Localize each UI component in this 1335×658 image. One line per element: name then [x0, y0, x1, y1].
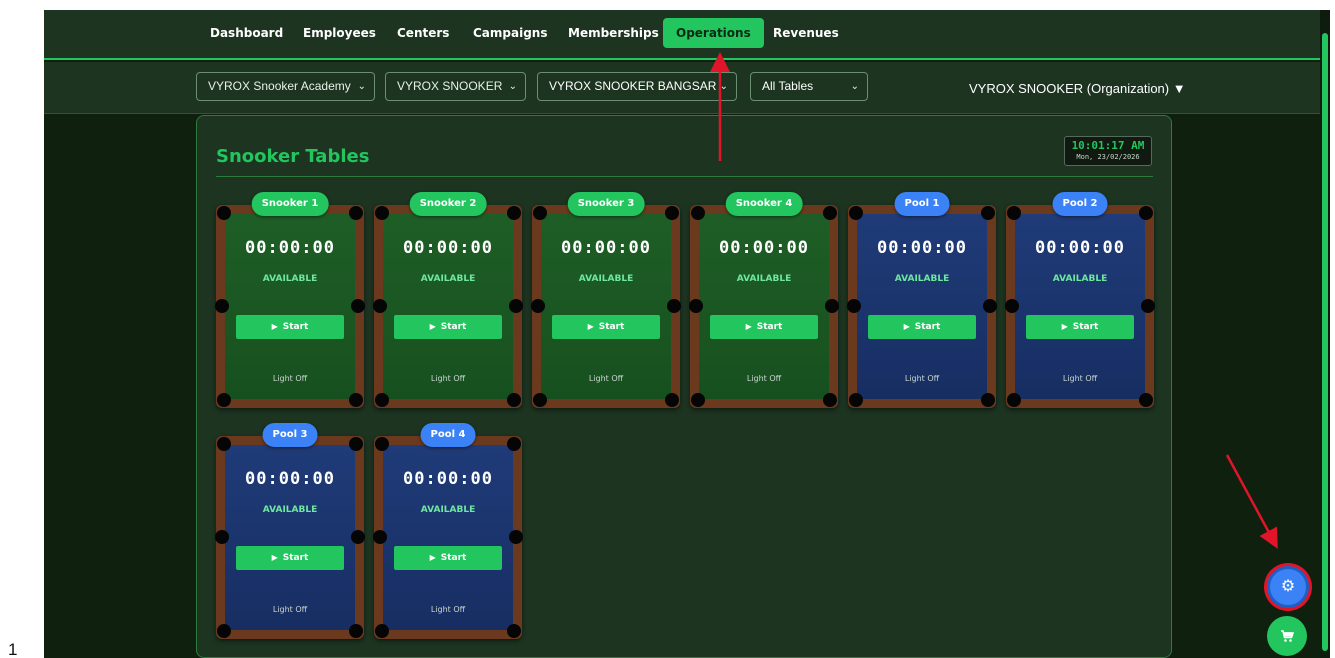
annotation-arrows	[710, 52, 1278, 549]
page-marker: 1	[8, 640, 18, 658]
annotation-arrow-settings	[1225, 454, 1278, 549]
